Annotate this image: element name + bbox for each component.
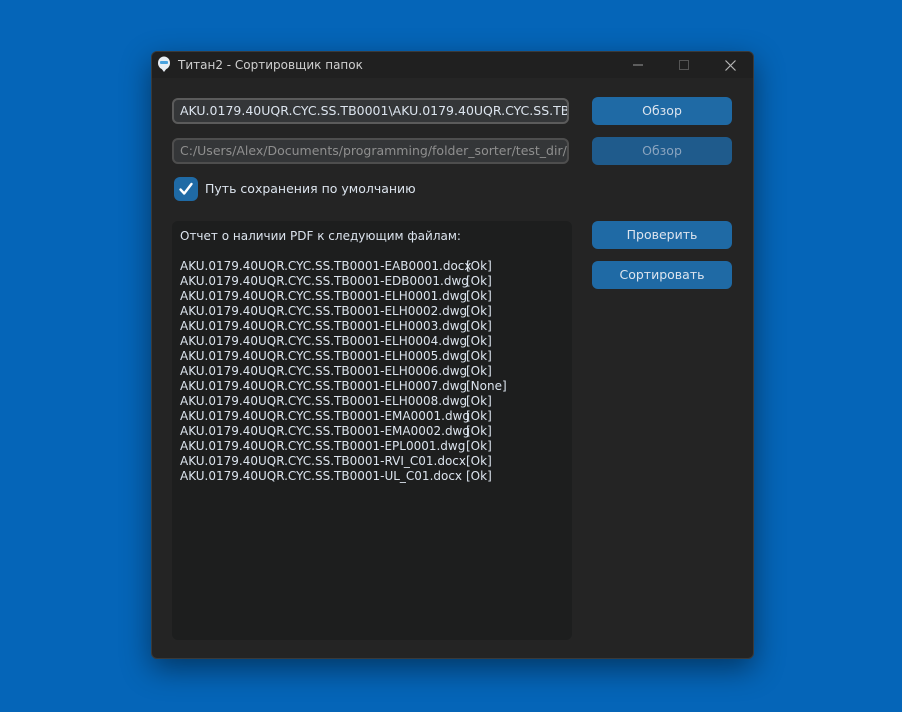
report-row: AKU.0179.40UQR.CYC.SS.TB0001-EDB0001.dwg… bbox=[180, 274, 507, 289]
report-file-status: [Ok] bbox=[466, 469, 492, 483]
checkmark-icon bbox=[179, 182, 193, 195]
report-header: Отчет о наличии PDF к следующим файлам: bbox=[180, 229, 461, 243]
source-path-input[interactable]: AKU.0179.40UQR.CYC.SS.TB0001\AKU.0179.40… bbox=[172, 98, 569, 124]
report-row: AKU.0179.40UQR.CYC.SS.TB0001-ELH0003.dwg… bbox=[180, 319, 507, 334]
report-row: AKU.0179.40UQR.CYC.SS.TB0001-ELH0005.dwg… bbox=[180, 349, 507, 364]
report-file-status: [Ok] bbox=[466, 259, 492, 273]
report-file-status: [Ok] bbox=[466, 349, 492, 363]
report-row: AKU.0179.40UQR.CYC.SS.TB0001-ELH0008.dwg… bbox=[180, 394, 507, 409]
report-file-status: [Ok] bbox=[466, 394, 492, 408]
window-title: Титан2 - Сортировщик папок bbox=[178, 58, 363, 72]
report-file-status: [Ok] bbox=[466, 409, 492, 423]
report-file-name: AKU.0179.40UQR.CYC.SS.TB0001-ELH0005.dwg bbox=[180, 349, 468, 363]
report-file-name: AKU.0179.40UQR.CYC.SS.TB0001-EPL0001.dwg bbox=[180, 439, 466, 453]
report-row: AKU.0179.40UQR.CYC.SS.TB0001-ELH0007.dwg… bbox=[180, 379, 507, 394]
report-row: AKU.0179.40UQR.CYC.SS.TB0001-ELH0002.dwg… bbox=[180, 304, 507, 319]
report-file-status: [Ok] bbox=[466, 439, 492, 453]
report-row: AKU.0179.40UQR.CYC.SS.TB0001-EMA0001.dwg… bbox=[180, 409, 507, 424]
maximize-icon bbox=[679, 60, 689, 70]
report-file-name: AKU.0179.40UQR.CYC.SS.TB0001-ELH0008.dwg bbox=[180, 394, 468, 408]
report-file-name: AKU.0179.40UQR.CYC.SS.TB0001-EAB0001.doc… bbox=[180, 259, 472, 273]
close-button[interactable] bbox=[707, 52, 753, 78]
report-file-name: AKU.0179.40UQR.CYC.SS.TB0001-EMA0001.dwg bbox=[180, 409, 470, 423]
report-row: AKU.0179.40UQR.CYC.SS.TB0001-EMA0002.dwg… bbox=[180, 424, 507, 439]
browse-source-button[interactable]: Обзор bbox=[592, 97, 732, 125]
maximize-button[interactable] bbox=[661, 52, 707, 78]
report-file-name: AKU.0179.40UQR.CYC.SS.TB0001-ELH0006.dwg bbox=[180, 364, 468, 378]
close-icon bbox=[724, 59, 736, 71]
minimize-icon bbox=[633, 64, 643, 66]
report-file-name: AKU.0179.40UQR.CYC.SS.TB0001-ELH0001.dwg bbox=[180, 289, 468, 303]
report-file-name: AKU.0179.40UQR.CYC.SS.TB0001-RVI_C01.doc… bbox=[180, 454, 466, 468]
app-window: Титан2 - Сортировщик папок AKU.0179.40UQ… bbox=[151, 51, 754, 659]
report-file-status: [Ok] bbox=[466, 364, 492, 378]
report-file-name: AKU.0179.40UQR.CYC.SS.TB0001-EMA0002.dwg bbox=[180, 424, 470, 438]
minimize-button[interactable] bbox=[615, 52, 661, 78]
report-file-name: AKU.0179.40UQR.CYC.SS.TB0001-EDB0001.dwg bbox=[180, 274, 469, 288]
report-row: AKU.0179.40UQR.CYC.SS.TB0001-EAB0001.doc… bbox=[180, 259, 507, 274]
destination-path-input[interactable]: C:/Users/Alex/Documents/programming/fold… bbox=[172, 138, 569, 164]
report-row: AKU.0179.40UQR.CYC.SS.TB0001-UL_C01.docx… bbox=[180, 469, 507, 484]
report-file-name: AKU.0179.40UQR.CYC.SS.TB0001-ELH0004.dwg bbox=[180, 334, 468, 348]
report-file-name: AKU.0179.40UQR.CYC.SS.TB0001-ELH0002.dwg bbox=[180, 304, 468, 318]
default-save-checkbox[interactable] bbox=[174, 177, 198, 201]
report-file-status: [Ok] bbox=[466, 334, 492, 348]
report-file-name: AKU.0179.40UQR.CYC.SS.TB0001-UL_C01.docx bbox=[180, 469, 463, 483]
report-textbox[interactable]: Отчет о наличии PDF к следующим файлам: … bbox=[172, 221, 572, 640]
report-file-name: AKU.0179.40UQR.CYC.SS.TB0001-ELH0007.dwg bbox=[180, 379, 468, 393]
app-logo-icon bbox=[158, 56, 170, 72]
report-file-status: [Ok] bbox=[466, 289, 492, 303]
check-button[interactable]: Проверить bbox=[592, 221, 732, 249]
report-list: AKU.0179.40UQR.CYC.SS.TB0001-EAB0001.doc… bbox=[180, 259, 507, 484]
title-bar[interactable]: Титан2 - Сортировщик папок bbox=[152, 52, 753, 78]
report-row: AKU.0179.40UQR.CYC.SS.TB0001-ELH0004.dwg… bbox=[180, 334, 507, 349]
report-file-status: [Ok] bbox=[466, 454, 492, 468]
report-row: AKU.0179.40UQR.CYC.SS.TB0001-RVI_C01.doc… bbox=[180, 454, 507, 469]
sort-button[interactable]: Сортировать bbox=[592, 261, 732, 289]
report-row: AKU.0179.40UQR.CYC.SS.TB0001-ELH0006.dwg… bbox=[180, 364, 507, 379]
report-file-status: [None] bbox=[466, 379, 507, 393]
report-file-status: [Ok] bbox=[466, 319, 492, 333]
report-file-status: [Ok] bbox=[466, 304, 492, 318]
report-row: AKU.0179.40UQR.CYC.SS.TB0001-EPL0001.dwg… bbox=[180, 439, 507, 454]
report-file-status: [Ok] bbox=[466, 424, 492, 438]
report-file-name: AKU.0179.40UQR.CYC.SS.TB0001-ELH0003.dwg bbox=[180, 319, 468, 333]
default-save-label[interactable]: Путь сохранения по умолчанию bbox=[205, 180, 416, 198]
report-file-status: [Ok] bbox=[466, 274, 492, 288]
report-row: AKU.0179.40UQR.CYC.SS.TB0001-ELH0001.dwg… bbox=[180, 289, 507, 304]
browse-destination-button[interactable]: Обзор bbox=[592, 137, 732, 165]
